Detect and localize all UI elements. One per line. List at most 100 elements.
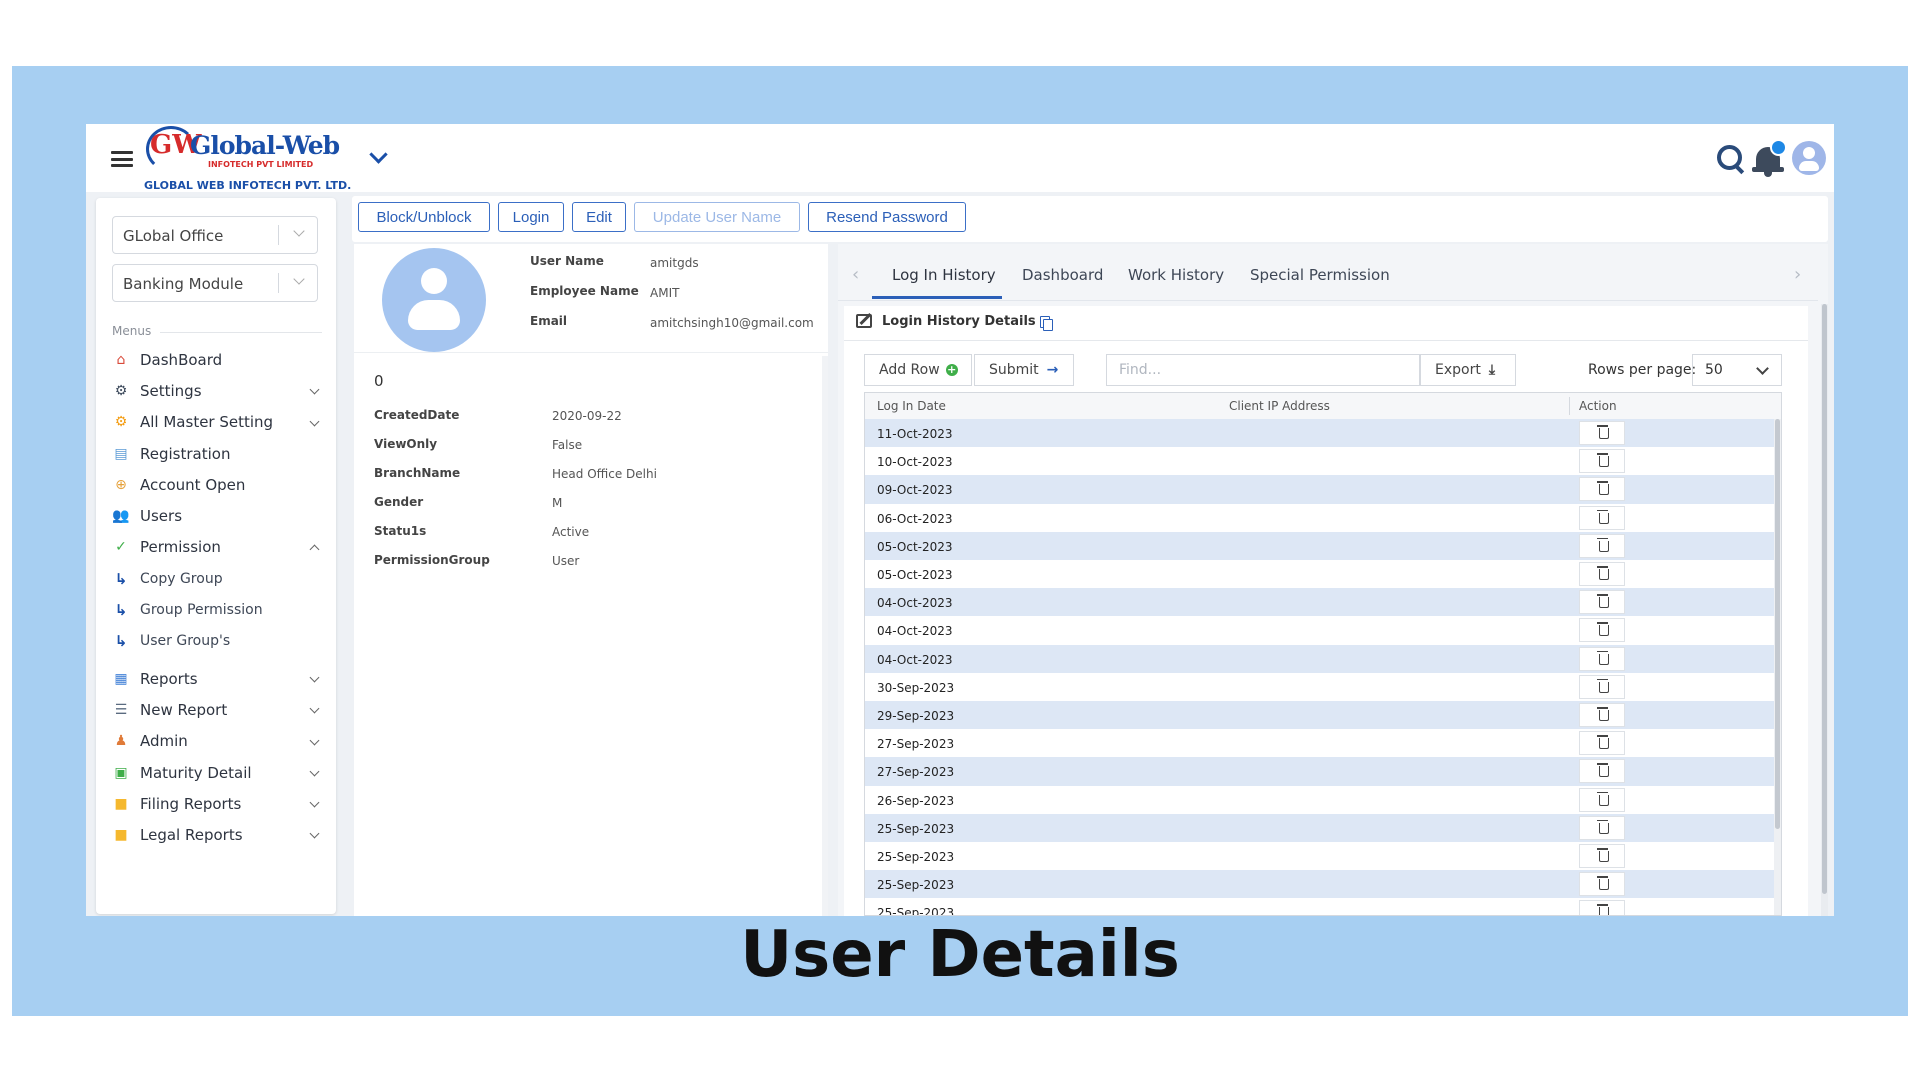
delete-row-button[interactable] bbox=[1579, 815, 1625, 840]
grid-scrollbar[interactable] bbox=[1774, 419, 1781, 915]
find-input[interactable]: Find... bbox=[1106, 354, 1420, 386]
panel-scrollbar[interactable] bbox=[1821, 304, 1828, 916]
delete-row-button[interactable] bbox=[1579, 562, 1625, 586]
table-row[interactable]: 27-Sep-2023 bbox=[865, 757, 1777, 786]
profile-scrollbar[interactable] bbox=[822, 356, 828, 916]
tab-next-icon[interactable]: › bbox=[1794, 264, 1801, 285]
delete-row-button[interactable] bbox=[1579, 590, 1625, 615]
column-header-client-ip[interactable]: Client IP Address bbox=[1229, 399, 1330, 413]
table-row[interactable]: 04-Oct-2023 bbox=[865, 616, 1777, 644]
log-in-date-cell: 27-Sep-2023 bbox=[877, 765, 955, 780]
rows-per-page-label: Rows per page: bbox=[1588, 362, 1697, 378]
table-row[interactable]: 10-Oct-2023 bbox=[865, 447, 1777, 475]
sidebar-item-admin[interactable]: ♟ Admin bbox=[112, 726, 328, 757]
module-select[interactable]: Banking Module bbox=[112, 264, 318, 302]
tab-log-in-history[interactable]: Log In History bbox=[892, 266, 996, 284]
header-icons bbox=[1714, 138, 1826, 178]
sidebar-item-dashboard[interactable]: ⌂ DashBoard bbox=[112, 344, 328, 375]
delete-row-button[interactable] bbox=[1579, 759, 1625, 784]
rows-per-page-select[interactable]: 50 bbox=[1692, 354, 1782, 386]
resend-password-button[interactable]: Resend Password bbox=[808, 202, 966, 232]
copy-icon[interactable] bbox=[1040, 316, 1053, 331]
sidebar-item-users[interactable]: 👥 Users bbox=[112, 500, 328, 531]
log-in-date-cell: 25-Sep-2023 bbox=[877, 906, 955, 916]
sidebar-item-filing-reports[interactable]: ■ Filing Reports bbox=[112, 788, 328, 819]
delete-row-button[interactable] bbox=[1579, 787, 1625, 812]
search-icon[interactable] bbox=[1714, 142, 1746, 174]
sidebar-item-copy-group[interactable]: ↳ Copy Group bbox=[112, 563, 328, 594]
tab-prev-icon[interactable]: ‹ bbox=[852, 264, 859, 285]
delete-row-button[interactable] bbox=[1579, 703, 1625, 727]
add-row-button[interactable]: Add Row + bbox=[864, 354, 972, 386]
chevron-down-icon bbox=[293, 273, 305, 285]
tab-work-history[interactable]: Work History bbox=[1128, 266, 1224, 284]
folder-icon: ■ bbox=[114, 827, 128, 844]
delete-row-button[interactable] bbox=[1579, 844, 1625, 868]
tabs-panel: ‹ Log In History Dashboard Work History … bbox=[838, 244, 1828, 916]
trash-icon bbox=[1597, 707, 1609, 721]
table-row[interactable]: 25-Sep-2023 bbox=[865, 842, 1777, 870]
delete-row-button[interactable] bbox=[1579, 674, 1625, 699]
delete-row-button[interactable] bbox=[1579, 900, 1625, 915]
sidebar-item-permission[interactable]: ✓ Permission bbox=[112, 532, 328, 563]
trash-icon bbox=[1597, 453, 1609, 468]
sidebar-item-all-master-setting[interactable]: ⚙ All Master Setting bbox=[112, 407, 328, 438]
trash-icon bbox=[1597, 566, 1609, 580]
delete-row-button[interactable] bbox=[1579, 505, 1625, 530]
detail-label: Statu1s bbox=[374, 524, 427, 538]
delete-row-button[interactable] bbox=[1579, 872, 1625, 897]
sidebar-item-group-permission[interactable]: ↳ Group Permission bbox=[112, 594, 328, 625]
sidebar-item-maturity-detail[interactable]: ▣ Maturity Detail bbox=[112, 757, 328, 788]
office-select[interactable]: GLobal Office bbox=[112, 216, 318, 254]
block-unblock-button[interactable]: Block/Unblock bbox=[358, 202, 490, 232]
submit-button[interactable]: Submit → bbox=[974, 354, 1074, 386]
arrow-right-icon: → bbox=[1046, 362, 1059, 378]
table-row[interactable]: 11-Oct-2023 bbox=[865, 419, 1777, 448]
bell-icon[interactable] bbox=[1752, 139, 1787, 177]
delete-row-button[interactable] bbox=[1579, 731, 1625, 756]
table-row[interactable]: 27-Sep-2023 bbox=[865, 729, 1777, 757]
edit-button[interactable]: Edit bbox=[572, 202, 626, 232]
delete-row-button[interactable] bbox=[1579, 533, 1625, 558]
notification-dot bbox=[1770, 139, 1787, 156]
users-icon: 👥 bbox=[112, 508, 130, 525]
trash-icon bbox=[1597, 876, 1609, 891]
delete-row-button[interactable] bbox=[1579, 646, 1625, 671]
delete-row-button[interactable] bbox=[1579, 449, 1625, 474]
sidebar-item-user-group-s[interactable]: ↳ User Group's bbox=[112, 626, 328, 657]
table-row[interactable]: 05-Oct-2023 bbox=[865, 560, 1777, 588]
table-row[interactable]: 09-Oct-2023 bbox=[865, 475, 1777, 504]
sidebar-item-new-report[interactable]: ☰ New Report bbox=[112, 694, 328, 725]
card-header: Login History Details bbox=[844, 306, 1808, 341]
delete-row-button[interactable] bbox=[1579, 421, 1625, 445]
sidebar-item-account-open[interactable]: ⊕ Account Open bbox=[112, 469, 328, 500]
sidebar-item-legal-reports[interactable]: ■ Legal Reports bbox=[112, 819, 328, 850]
menus-label: Menus bbox=[112, 324, 152, 338]
table-row[interactable]: 04-Oct-2023 bbox=[865, 588, 1777, 617]
table-row[interactable]: 25-Sep-2023 bbox=[865, 813, 1777, 842]
sidebar-item-settings[interactable]: ⚙ Settings bbox=[112, 375, 328, 406]
logo-chevron-down-icon[interactable] bbox=[369, 145, 388, 164]
delete-row-button[interactable] bbox=[1579, 477, 1625, 502]
column-header-action[interactable]: Action bbox=[1579, 399, 1617, 413]
hamburger-menu-icon[interactable] bbox=[111, 151, 133, 167]
sidebar-item-registration[interactable]: ▤ Registration bbox=[112, 438, 328, 469]
table-row[interactable]: 06-Oct-2023 bbox=[865, 504, 1777, 532]
sidebar-item-reports[interactable]: ▦ Reports bbox=[112, 663, 328, 694]
table-row[interactable]: 29-Sep-2023 bbox=[865, 701, 1777, 730]
login-button[interactable]: Login bbox=[498, 202, 564, 232]
tab-special-permission[interactable]: Special Permission bbox=[1250, 266, 1390, 284]
table-row[interactable]: 05-Oct-2023 bbox=[865, 531, 1777, 560]
table-row[interactable]: 30-Sep-2023 bbox=[865, 673, 1777, 701]
user-avatar-icon[interactable] bbox=[1792, 141, 1826, 175]
slide-caption: User Details bbox=[740, 918, 1180, 992]
tab-dashboard[interactable]: Dashboard bbox=[1022, 266, 1103, 284]
update-user-name-button[interactable]: Update User Name bbox=[634, 202, 800, 232]
column-header-log-in-date[interactable]: Log In Date bbox=[877, 399, 946, 413]
export-button[interactable]: Export ⤓ bbox=[1420, 354, 1516, 386]
table-row[interactable]: 04-Oct-2023 bbox=[865, 644, 1777, 673]
table-row[interactable]: 26-Sep-2023 bbox=[865, 786, 1777, 814]
delete-row-button[interactable] bbox=[1579, 618, 1625, 643]
table-row[interactable]: 25-Sep-2023 bbox=[865, 870, 1777, 899]
table-row[interactable]: 25-Sep-2023 bbox=[865, 898, 1777, 916]
